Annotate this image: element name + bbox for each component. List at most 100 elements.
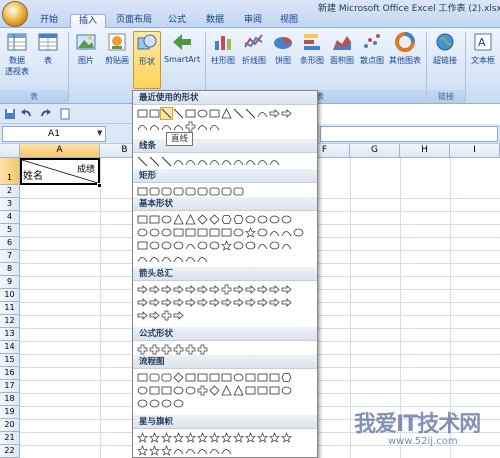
- shape-rrect-icon[interactable]: [197, 186, 208, 197]
- redo-icon[interactable]: [40, 108, 52, 120]
- shape-rect-icon[interactable]: [137, 186, 148, 197]
- shape-curve-icon[interactable]: [209, 156, 220, 167]
- shape-oval-icon[interactable]: [281, 385, 292, 396]
- shape-oval-icon[interactable]: [161, 214, 172, 225]
- shape-rect-icon[interactable]: [209, 108, 220, 119]
- shape-line-icon[interactable]: [160, 107, 173, 120]
- undo-icon[interactable]: [20, 108, 32, 120]
- row-header-16[interactable]: 16: [0, 367, 20, 380]
- other-charts-button[interactable]: 其他图表: [388, 31, 422, 66]
- shape-rect-icon[interactable]: [185, 108, 196, 119]
- shape-curve-icon[interactable]: [185, 445, 196, 456]
- shape-curve-icon[interactable]: [161, 121, 172, 132]
- shape-tri-icon[interactable]: [221, 385, 232, 396]
- shape-curve-icon[interactable]: [185, 240, 196, 251]
- shape-tri-icon[interactable]: [233, 385, 244, 396]
- shape-plus-icon[interactable]: [161, 310, 172, 321]
- shape-rect-icon[interactable]: [137, 214, 148, 225]
- shape-plus-icon[interactable]: [173, 344, 184, 355]
- shape-rrect-icon[interactable]: [209, 186, 220, 197]
- shape-arrow-icon[interactable]: [137, 284, 148, 295]
- shape-rrect-icon[interactable]: [221, 186, 232, 197]
- shape-curve-icon[interactable]: [245, 156, 256, 167]
- shape-arrow-icon[interactable]: [257, 284, 268, 295]
- tab-home[interactable]: 开始: [34, 14, 64, 28]
- shape-curve-icon[interactable]: [173, 445, 184, 456]
- shape-star-icon[interactable]: [161, 445, 172, 456]
- shape-plus-icon[interactable]: [197, 385, 208, 396]
- shape-star-icon[interactable]: [269, 432, 280, 443]
- shape-arrow-icon[interactable]: [173, 284, 184, 295]
- shape-rrect-icon[interactable]: [173, 186, 184, 197]
- fill-handle[interactable]: [97, 183, 102, 188]
- shape-rect-icon[interactable]: [173, 227, 184, 238]
- shape-oval-icon[interactable]: [137, 227, 148, 238]
- row-header-18[interactable]: 18: [0, 393, 20, 406]
- shape-tri-icon[interactable]: [173, 214, 184, 225]
- shape-curve-icon[interactable]: [269, 227, 280, 238]
- shape-arrow-icon[interactable]: [221, 297, 232, 308]
- shape-curve-icon[interactable]: [197, 445, 208, 456]
- shape-curve-icon[interactable]: [209, 445, 220, 456]
- shape-diamond-icon[interactable]: [209, 214, 220, 225]
- shape-oval-icon[interactable]: [209, 240, 220, 251]
- shape-hex-icon[interactable]: [281, 372, 292, 383]
- shape-curve-icon[interactable]: [197, 121, 208, 132]
- name-box[interactable]: A1: [2, 126, 106, 142]
- text-box-button[interactable]: A 文本框: [468, 31, 498, 66]
- shape-rect-icon[interactable]: [161, 385, 172, 396]
- tab-review[interactable]: 审阅: [238, 14, 268, 28]
- shape-arrow-icon[interactable]: [269, 297, 280, 308]
- shape-oval-icon[interactable]: [233, 240, 244, 251]
- formula-input[interactable]: [320, 126, 498, 142]
- shape-star-icon[interactable]: [221, 432, 232, 443]
- office-button[interactable]: [2, 1, 28, 27]
- shape-oval-icon[interactable]: [173, 240, 184, 251]
- shape-oval-icon[interactable]: [149, 398, 160, 409]
- picture-button[interactable]: 图片: [74, 31, 98, 66]
- save-icon[interactable]: [4, 108, 16, 120]
- shape-arrow-icon[interactable]: [233, 284, 244, 295]
- shape-arrow-icon[interactable]: [197, 284, 208, 295]
- pie-chart-button[interactable]: 饼图: [272, 31, 294, 66]
- shape-line-icon[interactable]: [233, 108, 244, 119]
- shape-oval-icon[interactable]: [137, 385, 148, 396]
- shape-curve-icon[interactable]: [257, 240, 268, 251]
- shape-plus-icon[interactable]: [197, 344, 208, 355]
- shape-curve-icon[interactable]: [173, 121, 184, 132]
- chevron-down-icon[interactable]: ▼: [97, 129, 102, 137]
- shape-oval-icon[interactable]: [197, 240, 208, 251]
- shape-arrow-icon[interactable]: [161, 297, 172, 308]
- shape-curve-icon[interactable]: [257, 156, 268, 167]
- column-header-g[interactable]: G: [350, 144, 400, 158]
- shape-arrow-icon[interactable]: [137, 297, 148, 308]
- select-all-corner[interactable]: [0, 144, 20, 158]
- table-button[interactable]: 表: [36, 31, 60, 66]
- row-header-19[interactable]: 19: [0, 406, 20, 419]
- shape-oval-icon[interactable]: [281, 214, 292, 225]
- shape-star-icon[interactable]: [209, 432, 220, 443]
- shape-arrow-icon[interactable]: [149, 297, 160, 308]
- shape-arrow-icon[interactable]: [173, 310, 184, 321]
- shape-star-icon[interactable]: [185, 432, 196, 443]
- shape-oval-icon[interactable]: [257, 214, 268, 225]
- shape-rect-icon[interactable]: [137, 372, 148, 383]
- scatter-chart-button[interactable]: 散点图: [358, 31, 386, 66]
- tab-formulas[interactable]: 公式: [162, 14, 192, 28]
- row-header-2[interactable]: 2: [0, 185, 20, 198]
- tab-page-layout[interactable]: 页面布局: [110, 14, 158, 28]
- shape-line-icon[interactable]: [161, 156, 172, 167]
- shape-plus-icon[interactable]: [137, 344, 148, 355]
- shape-rect-icon[interactable]: [149, 108, 160, 119]
- shape-oval-icon[interactable]: [269, 240, 280, 251]
- shape-curve-icon[interactable]: [185, 156, 196, 167]
- shape-curve-icon[interactable]: [233, 156, 244, 167]
- row-header-4[interactable]: 4: [0, 211, 20, 224]
- shape-diamond-icon[interactable]: [173, 372, 184, 383]
- tab-data[interactable]: 数据: [200, 14, 230, 28]
- shape-star-icon[interactable]: [245, 432, 256, 443]
- shape-oval-icon[interactable]: [173, 385, 184, 396]
- tab-view[interactable]: 视图: [274, 14, 304, 28]
- column-header-i[interactable]: I: [450, 144, 500, 158]
- shape-star-icon[interactable]: [245, 227, 256, 238]
